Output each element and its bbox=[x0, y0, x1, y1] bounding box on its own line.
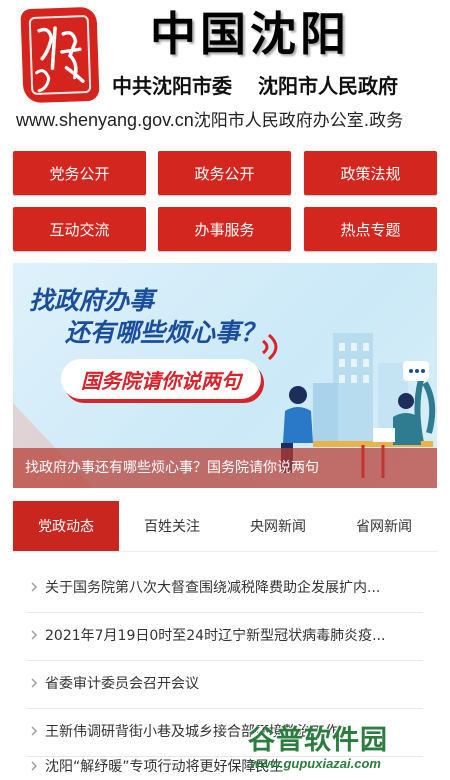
chevron-right-icon bbox=[31, 582, 37, 592]
chevron-right-icon bbox=[31, 726, 37, 736]
banner-headline-2: 还有哪些烦心事？ bbox=[65, 318, 266, 347]
nav-button-party-affairs[interactable]: 党务公开 bbox=[13, 151, 146, 195]
tab-public-concern[interactable]: 百姓关注 bbox=[119, 501, 225, 551]
news-title: 关于国务院第八次大督查围绕减税降费助企发展扩内... bbox=[45, 580, 381, 596]
main-nav-grid: 党务公开 政务公开 政策法规 互动交流 办事服务 热点专题 bbox=[13, 151, 437, 251]
nav-button-interaction[interactable]: 互动交流 bbox=[13, 207, 146, 251]
news-title: 省委审计委员会召开会议 bbox=[45, 676, 199, 692]
subtitle-party-committee: 中共沈阳市委 bbox=[112, 74, 232, 98]
subtitle-government: 沈阳市人民政府 bbox=[258, 74, 398, 98]
page-title: 中国沈阳 bbox=[150, 7, 350, 61]
chevron-right-icon bbox=[31, 678, 37, 688]
seal-calligraphy-icon bbox=[35, 26, 85, 93]
nav-button-policies[interactable]: 政策法规 bbox=[304, 151, 437, 195]
tab-party-news[interactable]: 党政动态 bbox=[13, 501, 119, 551]
header-subtitle: 中共沈阳市委 沈阳市人民政府 bbox=[112, 70, 424, 99]
site-header: 中国沈阳 中共沈阳市委 沈阳市人民政府 www.shenyang.gov.cn沈阳… bbox=[0, 0, 450, 140]
office-name: 沈阳市人民政府办公室.政务 bbox=[193, 111, 404, 131]
chevron-right-icon bbox=[31, 761, 37, 771]
list-item[interactable]: 省委审计委员会召开会议 bbox=[27, 658, 423, 709]
tab-central-news[interactable]: 央网新闻 bbox=[225, 501, 331, 551]
site-watermark: 谷普软件园 www.gupuxiazai.com bbox=[248, 708, 444, 780]
watermark-url: www.gupuxiazai.com bbox=[250, 756, 381, 771]
site-url[interactable]: www.shenyang.gov.cn bbox=[16, 110, 194, 130]
banner-pill: 国务院请你说两句 bbox=[61, 359, 261, 399]
nav-button-services[interactable]: 办事服务 bbox=[158, 207, 291, 251]
banner-caption[interactable]: 找政府办事还有哪些烦心事？国务院请你说两句 bbox=[13, 448, 437, 488]
feature-banner[interactable]: 找政府办事 还有哪些烦心事？ 国务院请你说两句 找政府办事还有哪些烦心事？国务院… bbox=[13, 263, 437, 488]
news-title: 2021年7月19日0时至24时辽宁新型冠状病毒肺炎疫... bbox=[45, 628, 386, 644]
nav-button-government-affairs[interactable]: 政务公开 bbox=[158, 151, 291, 195]
news-tabs: 党政动态 百姓关注 央网新闻 省网新闻 bbox=[13, 501, 437, 552]
banner-headline-1: 找政府办事 bbox=[29, 286, 155, 315]
shenyang-seal-logo bbox=[20, 6, 100, 104]
list-item[interactable]: 关于国务院第八次大督查围绕减税降费助企发展扩内... bbox=[27, 562, 423, 613]
header-url-line: www.shenyang.gov.cn沈阳市人民政府办公室.政务 bbox=[16, 106, 403, 131]
nav-button-hot-topics[interactable]: 热点专题 bbox=[304, 207, 437, 251]
list-item[interactable]: 2021年7月19日0时至24时辽宁新型冠状病毒肺炎疫... bbox=[27, 610, 423, 661]
chevron-right-icon bbox=[31, 630, 37, 640]
tab-province-news[interactable]: 省网新闻 bbox=[331, 501, 437, 551]
watermark-text: 谷普软件园 bbox=[248, 725, 388, 756]
